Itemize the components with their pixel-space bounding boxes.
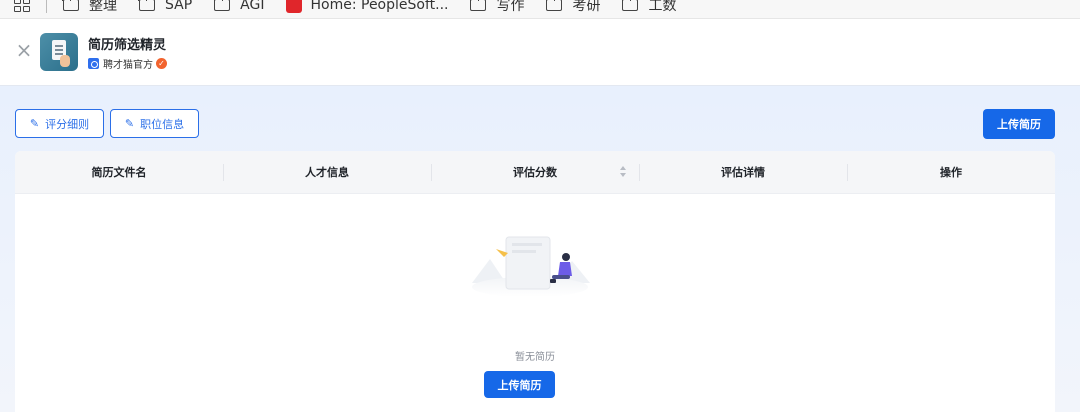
- author-name: 聘才猫官方: [103, 60, 153, 71]
- job-info-button[interactable]: ✎ 职位信息: [110, 109, 199, 138]
- folder-icon: [469, 0, 487, 11]
- job-info-label: 职位信息: [140, 117, 185, 131]
- bookmark-separator: [46, 0, 47, 13]
- column-header-talent-info: 人才信息: [223, 151, 431, 194]
- bookmark-item[interactable]: AGI: [213, 0, 265, 13]
- author-line[interactable]: 聘才猫官方 ✓: [88, 56, 167, 71]
- bookmark-item[interactable]: Home: PeopleSoft...: [286, 0, 448, 13]
- upload-resume-button[interactable]: 上传简历: [983, 109, 1055, 139]
- bookmark-label: 工数: [648, 0, 677, 14]
- folder-icon: [621, 0, 639, 11]
- bookmark-item[interactable]: 整理: [62, 0, 117, 15]
- folder-icon: [213, 0, 231, 11]
- app-header: × 简历筛选精灵 聘才猫官方 ✓: [0, 19, 1080, 85]
- bookmark-label: 写作: [496, 0, 525, 14]
- empty-state-text: 暂无简历: [515, 352, 555, 363]
- column-header-actions: 操作: [847, 151, 1055, 194]
- folder-icon: [62, 0, 79, 11]
- main-panel: ✎ 评分细则 ✎ 职位信息 上传简历 简历文件名 人才信息 评估分数 评估详情 …: [0, 85, 1080, 412]
- bookmark-label: 整理: [89, 0, 117, 14]
- bookmark-label: AGI: [240, 0, 265, 13]
- app-icon: [40, 33, 78, 71]
- column-header-filename: 简历文件名: [91, 165, 147, 179]
- column-header-score-label: 评估分数: [513, 165, 557, 179]
- bookmark-label: SAP: [165, 0, 193, 13]
- folder-icon: [138, 0, 155, 11]
- bookmark-item[interactable]: SAP: [138, 0, 193, 13]
- edit-icon: ✎: [124, 117, 135, 130]
- scoring-rules-button[interactable]: ✎ 评分细则: [15, 109, 104, 138]
- author-logo-icon: [88, 58, 99, 69]
- bookmarks-bar: 整理 SAP AGI Home: PeopleSoft... 写作 考研 工数: [0, 0, 1080, 19]
- peoplesoft-icon: [286, 0, 303, 13]
- scoring-rules-label: 评分细则: [45, 117, 90, 131]
- folder-icon: [545, 0, 563, 11]
- bookmark-label: Home: PeopleSoft...: [310, 0, 449, 13]
- bookmark-item[interactable]: 工数: [621, 0, 677, 15]
- apps-grid-icon[interactable]: [14, 0, 32, 12]
- column-header-score[interactable]: 评估分数: [431, 151, 639, 194]
- bookmark-item[interactable]: 写作: [469, 0, 525, 15]
- verified-badge-icon: ✓: [156, 58, 167, 69]
- close-icon[interactable]: ×: [15, 40, 33, 60]
- empty-state-illustration: [472, 236, 590, 297]
- sort-icon[interactable]: [619, 165, 627, 178]
- table-header: 简历文件名 人才信息 评估分数 评估详情 操作: [15, 151, 1055, 194]
- edit-icon: ✎: [29, 117, 40, 130]
- empty-state-upload-button[interactable]: 上传简历: [484, 371, 555, 398]
- app-title: 简历筛选精灵: [88, 38, 167, 53]
- bookmark-label: 考研: [572, 0, 601, 14]
- column-header-details: 评估详情: [639, 151, 847, 194]
- bookmark-item[interactable]: 考研: [545, 0, 601, 15]
